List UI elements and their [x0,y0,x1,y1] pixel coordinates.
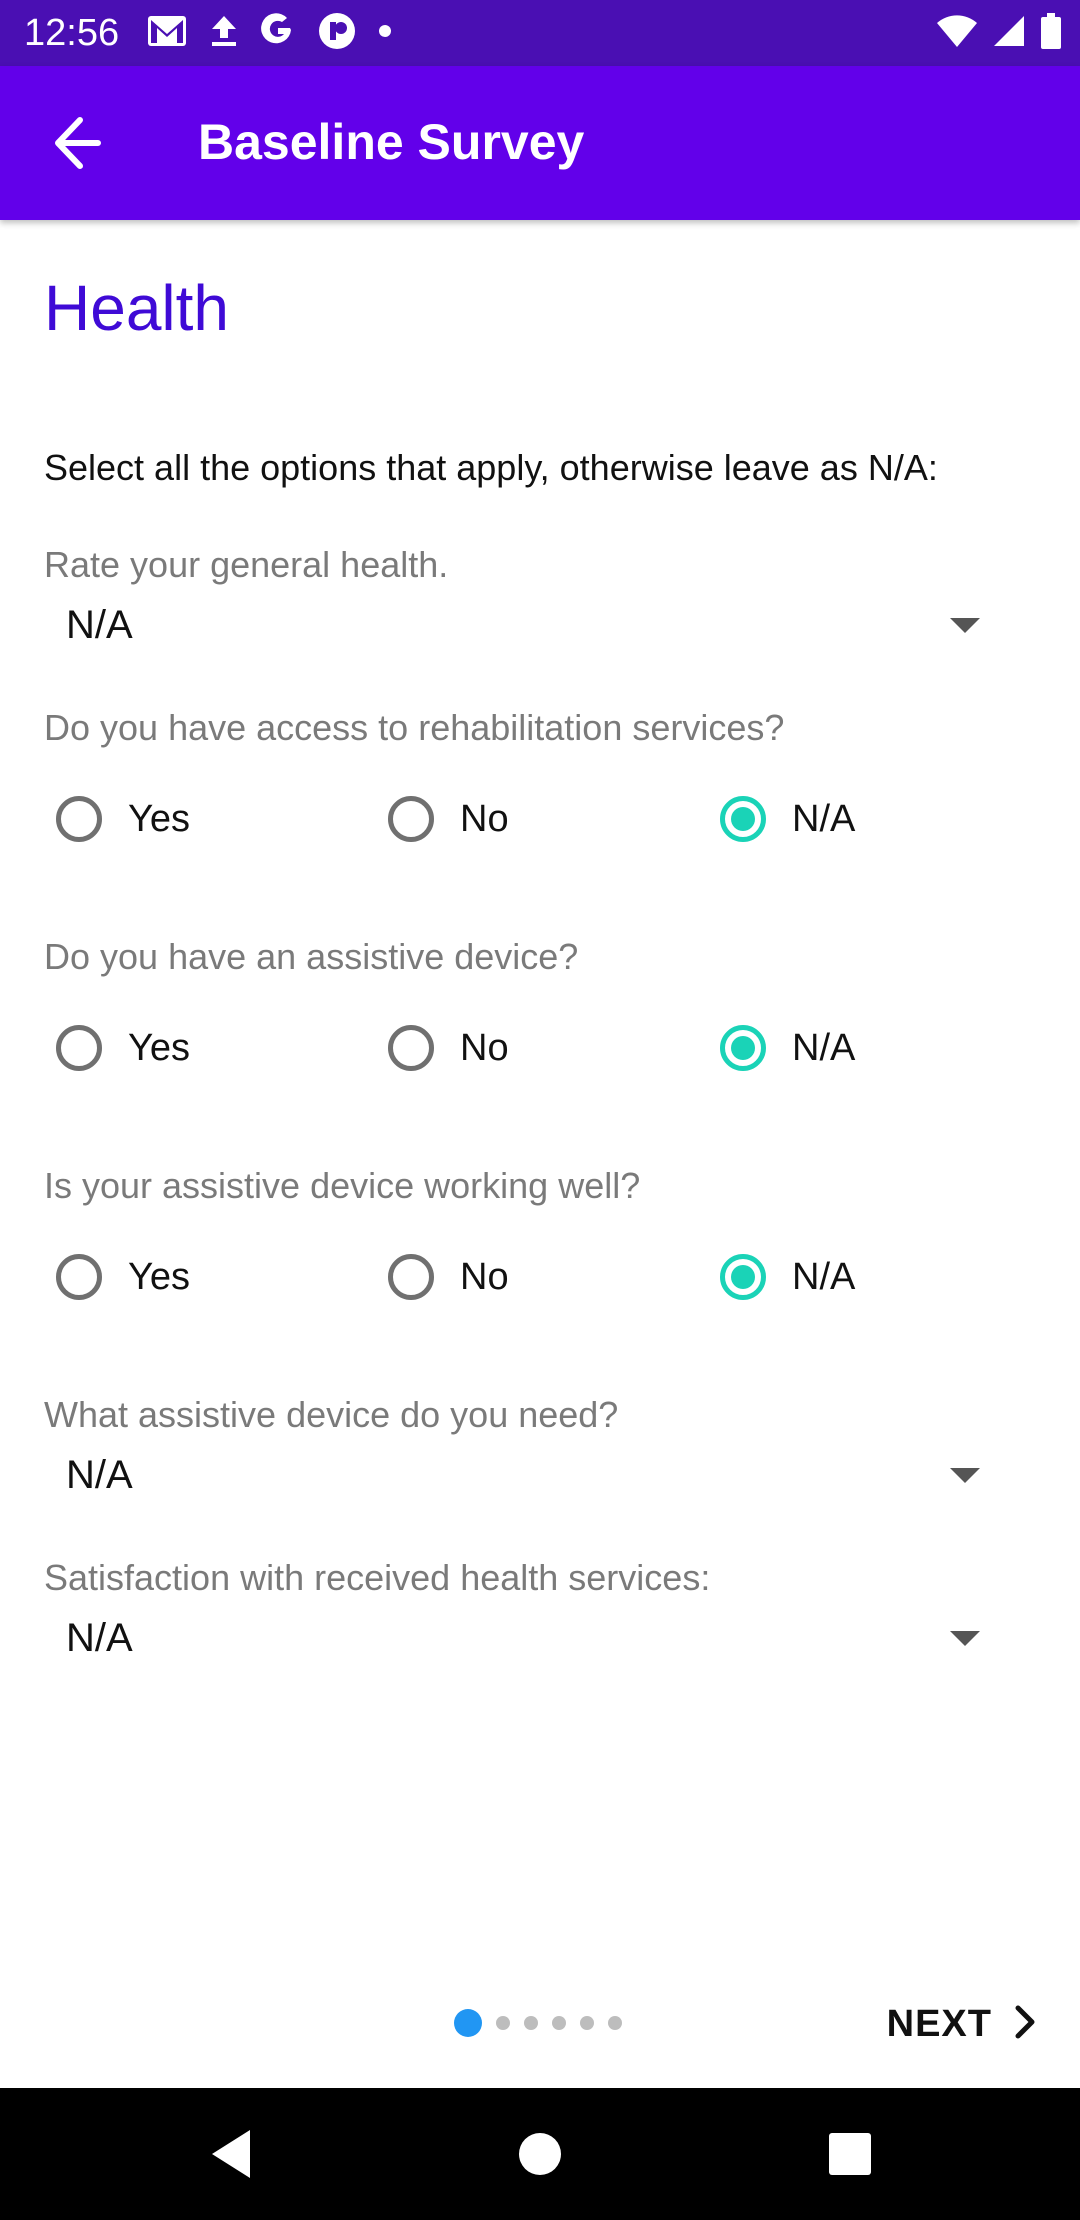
triangle-back-icon [204,2130,264,2188]
rehab-access-label: Do you have access to rehabilitation ser… [44,707,785,748]
signal-icon [992,14,1026,53]
page-title: Baseline Survey [198,114,585,170]
radio-unchecked-icon [388,796,434,842]
radio-unchecked-icon [56,1025,102,1071]
wifi-icon [936,14,978,53]
upload-icon [210,14,238,53]
battery-icon [1040,12,1062,55]
arrow-back-icon [36,117,116,184]
google-icon [260,12,296,54]
radio-label: Yes [128,798,190,840]
nav-back-button[interactable] [204,2124,264,2184]
notification-icons [146,12,392,54]
page-dot [580,2016,594,2030]
back-button[interactable] [36,106,116,180]
general-health-label: Rate your general health. [44,544,449,585]
radio-unchecked-icon [56,796,102,842]
satisfaction-label: Satisfaction with received health servic… [44,1557,711,1598]
page-dot [608,2016,622,2030]
dropdown-value: N/A [66,603,133,647]
device-working-label: Is your assistive device working well? [44,1165,641,1206]
radio-label: N/A [792,1256,856,1298]
status-bar: 12:56 [0,0,1080,66]
next-button[interactable]: NEXT [887,1992,1040,2056]
device-needed-dropdown[interactable]: N/A [44,1440,1004,1510]
radio-checked-icon [720,1025,766,1071]
general-health-dropdown[interactable]: N/A [44,590,1004,660]
page-dot [496,2016,510,2030]
device-working-yes-radio[interactable]: Yes [56,1242,190,1312]
assistive-device-na-radio[interactable]: N/A [720,1013,855,1083]
radio-unchecked-icon [56,1254,102,1300]
square-recents-icon [820,2133,880,2188]
dot-icon [378,24,392,43]
rehab-access-radio-group: Yes No N/A [56,784,1016,854]
page-dot-active [454,2009,482,2037]
nav-recents-button[interactable] [820,2124,880,2184]
radio-label: Yes [128,1027,190,1069]
page-indicator [454,2008,622,2038]
device-working-na-radio[interactable]: N/A [720,1242,855,1312]
rehab-access-yes-radio[interactable]: Yes [56,784,190,854]
nav-home-button[interactable] [510,2124,570,2184]
status-time: 12:56 [24,12,120,54]
radio-label: N/A [792,1027,856,1069]
assistive-device-radio-group: Yes No N/A [56,1013,1016,1083]
rehab-access-no-radio[interactable]: No [388,784,509,854]
chevron-right-icon [1010,2002,1040,2047]
circle-home-icon [510,2133,570,2188]
dropdown-arrow-icon [950,1468,980,1483]
radio-checked-icon [720,1254,766,1300]
dropdown-value: N/A [66,1616,133,1660]
radio-checked-icon [720,796,766,842]
assistive-device-yes-radio[interactable]: Yes [56,1013,190,1083]
satisfaction-dropdown[interactable]: N/A [44,1603,1004,1673]
section-title: Health [44,272,229,344]
assistive-device-label: Do you have an assistive device? [44,936,579,977]
system-nav-bar [0,2088,1080,2220]
device-working-radio-group: Yes No N/A [56,1242,1016,1312]
system-status-icons [936,12,1062,54]
app-bar: Baseline Survey [0,66,1080,220]
radio-label: N/A [792,798,856,840]
dropdown-arrow-icon [950,1631,980,1646]
instructions-text: Select all the options that apply, other… [44,447,938,488]
dropdown-arrow-icon [950,618,980,633]
radio-label: Yes [128,1256,190,1298]
radio-label: No [460,798,509,840]
rehab-access-na-radio[interactable]: N/A [720,784,855,854]
radio-unchecked-icon [388,1254,434,1300]
radio-label: No [460,1027,509,1069]
device-working-no-radio[interactable]: No [388,1242,509,1312]
app-icon [318,12,356,55]
page-dot [524,2016,538,2030]
gmail-icon [146,14,188,53]
radio-unchecked-icon [388,1025,434,1071]
radio-label: No [460,1256,509,1298]
device-needed-label: What assistive device do you need? [44,1394,619,1435]
dropdown-value: N/A [66,1453,133,1497]
page-dot [552,2016,566,2030]
assistive-device-no-radio[interactable]: No [388,1013,509,1083]
next-label: NEXT [886,2002,992,2045]
